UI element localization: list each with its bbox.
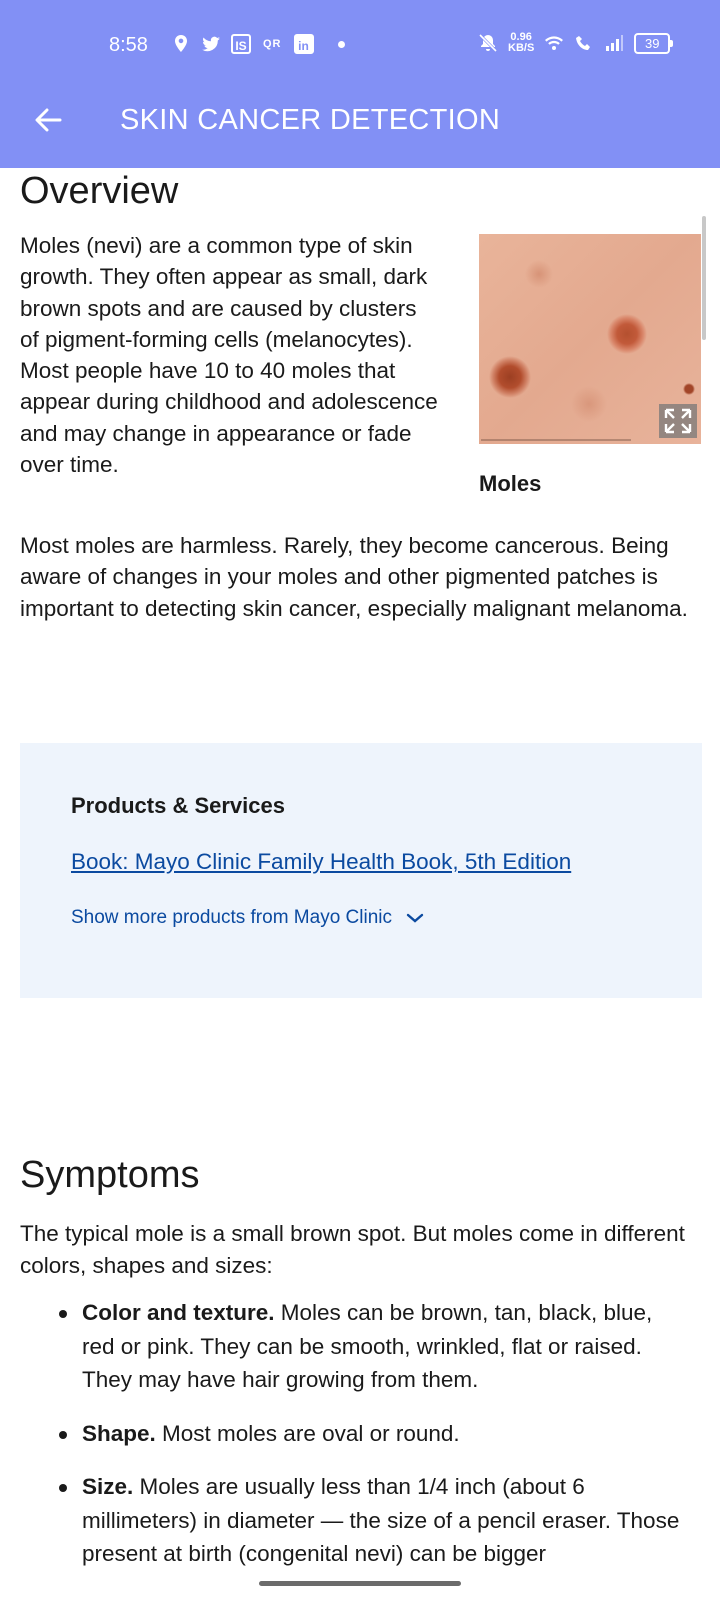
battery-level: 39 bbox=[634, 32, 671, 54]
gesture-nav-bar bbox=[0, 1568, 720, 1600]
symptoms-intro: The typical mole is a small brown spot. … bbox=[20, 1221, 685, 1278]
show-more-products-button[interactable]: Show more products from Mayo Clinic bbox=[71, 907, 424, 929]
image-credit-line bbox=[481, 439, 631, 441]
symptoms-heading: Symptoms bbox=[20, 1154, 200, 1196]
is-app-icon: IS bbox=[231, 34, 251, 54]
symptoms-list: Color and texture. Moles can be brown, t… bbox=[0, 1296, 700, 1568]
item-term: Shape. bbox=[82, 1420, 156, 1446]
show-more-label: Show more products from Mayo Clinic bbox=[71, 907, 392, 928]
scrollbar[interactable] bbox=[702, 216, 706, 340]
item-text: Moles are usually less than 1/4 inch (ab… bbox=[82, 1474, 680, 1566]
arrow-left-icon bbox=[35, 108, 62, 132]
item-term: Size. bbox=[82, 1474, 134, 1499]
network-speed-unit: KB/S bbox=[508, 42, 535, 54]
status-bar: 8:58 IS QR in 0.96 KB/S 39 bbox=[0, 28, 720, 64]
twitter-icon bbox=[201, 34, 221, 54]
bullet-icon bbox=[59, 1430, 67, 1439]
bullet-icon bbox=[59, 1484, 67, 1492]
health-book-link[interactable]: Book: Mayo Clinic Family Health Book, 5t… bbox=[71, 849, 571, 875]
call-wifi-icon bbox=[574, 33, 594, 53]
wifi-icon bbox=[544, 33, 564, 53]
overview-paragraph-1: Moles (nevi) are a common type of skin g… bbox=[20, 233, 438, 478]
list-item: Size. Moles are usually less than 1/4 in… bbox=[0, 1470, 687, 1568]
products-services-box: Products & Services Book: Mayo Clinic Fa… bbox=[20, 743, 702, 998]
expand-image-button[interactable] bbox=[659, 404, 697, 438]
list-item: Color and texture. Moles can be brown, t… bbox=[0, 1296, 687, 1397]
location-icon bbox=[171, 34, 191, 54]
overview-heading: Overview bbox=[20, 170, 179, 212]
mute-bell-icon bbox=[478, 33, 498, 53]
app-title: SKIN CANCER DETECTION bbox=[120, 104, 501, 136]
qr-icon: QR bbox=[263, 38, 282, 50]
system-icons: 0.96 KB/S 39 bbox=[478, 32, 674, 54]
chevron-down-icon bbox=[406, 913, 424, 923]
linkedin-icon: in bbox=[293, 34, 314, 54]
article-content[interactable]: Overview Moles (nevi) are a common type … bbox=[0, 168, 720, 1568]
item-text: Most moles are oval or round. bbox=[155, 1420, 460, 1446]
more-notifications-dot-icon bbox=[337, 40, 345, 48]
list-item: Shape. Most moles are oval or round. bbox=[0, 1417, 687, 1451]
back-button[interactable] bbox=[30, 102, 66, 138]
item-term: Color and texture. bbox=[82, 1300, 275, 1325]
network-speed: 0.96 KB/S bbox=[508, 32, 534, 54]
battery-icon: 39 bbox=[634, 32, 674, 54]
figure-caption: Moles bbox=[479, 471, 542, 496]
signal-icon bbox=[604, 33, 624, 53]
app-bar: 8:58 IS QR in 0.96 KB/S 39 SKIN CANCER D… bbox=[0, 0, 720, 168]
status-time: 8:58 bbox=[109, 34, 148, 56]
overview-paragraph-2: Most moles are harmless. Rarely, they be… bbox=[20, 533, 688, 621]
products-title: Products & Services bbox=[71, 793, 285, 818]
home-handle[interactable] bbox=[259, 1581, 461, 1586]
bullet-icon bbox=[59, 1310, 67, 1318]
notification-icons: IS QR in bbox=[171, 34, 345, 54]
expand-icon bbox=[664, 408, 692, 434]
